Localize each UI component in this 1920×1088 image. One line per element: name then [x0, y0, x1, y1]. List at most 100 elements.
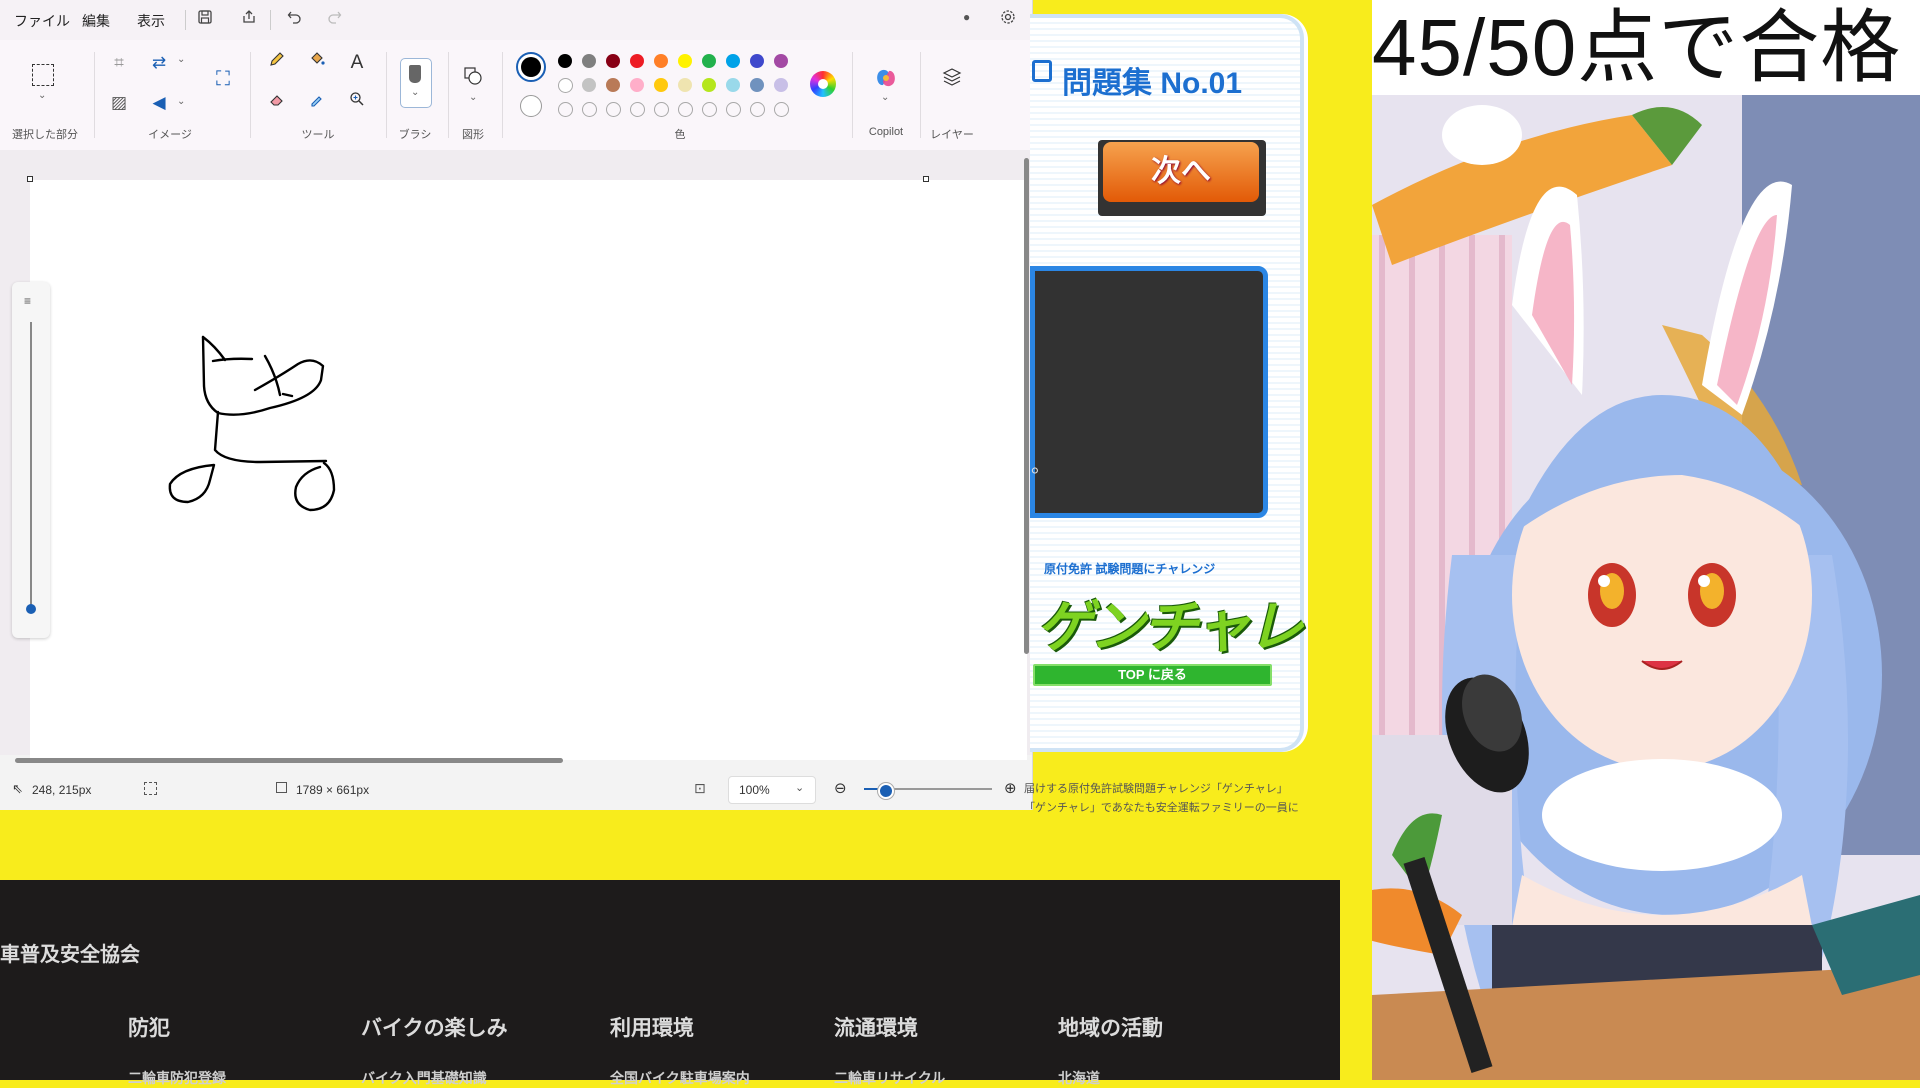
custom-color-slot[interactable] — [654, 102, 669, 117]
color-swatch[interactable] — [702, 54, 716, 68]
chevron-down-icon[interactable]: ⌄ — [881, 92, 889, 103]
footer-link[interactable]: 北海道 — [1058, 1068, 1100, 1088]
canvas-resize-handle[interactable] — [27, 176, 33, 182]
brush-button[interactable]: ⌄ — [400, 58, 432, 108]
custom-color-slot[interactable] — [630, 102, 645, 117]
color-swatch[interactable] — [726, 54, 740, 68]
footer-heading[interactable]: 流通環境 — [834, 1012, 918, 1042]
select-rectangle-icon[interactable] — [32, 64, 54, 86]
settings-gear-icon[interactable] — [997, 9, 1019, 31]
footer-link[interactable]: 二輪車防犯登録 — [128, 1068, 226, 1088]
color-swatch[interactable] — [654, 54, 668, 68]
rotate-icon[interactable]: ◀ — [146, 90, 172, 116]
footer-link[interactable]: 全国バイク駐車場案内 — [610, 1068, 750, 1088]
zoom-select[interactable]: 100% ⌄ — [728, 776, 816, 804]
color-swatch[interactable] — [678, 78, 692, 92]
custom-color-slot[interactable] — [678, 102, 693, 117]
color-swatch[interactable] — [774, 54, 788, 68]
footer-org-name[interactable]: 車普及安全協会 — [0, 938, 140, 967]
account-icon[interactable]: ● — [963, 10, 970, 24]
brush-size-track[interactable] — [30, 322, 32, 607]
eraser-icon[interactable] — [264, 90, 290, 116]
color-swatch[interactable] — [630, 78, 644, 92]
color-swatch[interactable] — [582, 78, 596, 92]
ribbon: ⌄ 選択した部分 ⌗ ⇄ ⌄ ⛶ ▨ ◀ ⌄ イメージ A ツール ⌄ ブラシ … — [0, 40, 1032, 151]
horizontal-scrollbar[interactable] — [15, 758, 563, 763]
chevron-down-icon[interactable]: ⌄ — [177, 54, 185, 65]
menu-file[interactable]: ファイル — [14, 11, 70, 31]
custom-color-slot[interactable] — [582, 102, 597, 117]
custom-color-slot[interactable] — [702, 102, 717, 117]
canvas-resize-handle[interactable] — [923, 176, 929, 182]
color-picker-icon[interactable] — [304, 90, 330, 116]
color-swatch[interactable] — [606, 78, 620, 92]
magnifier-icon[interactable] — [344, 90, 370, 116]
crop-icon[interactable]: ⌗ — [106, 50, 132, 76]
custom-color-slot[interactable] — [606, 102, 621, 117]
footer-link[interactable]: 二輪車リサイクル — [834, 1068, 945, 1088]
footer-link[interactable]: バイク入門基礎知識 — [361, 1068, 487, 1088]
genchare-logo[interactable]: ゲンチャレ — [1036, 582, 1303, 663]
menu-divider — [270, 10, 271, 30]
color-swatch[interactable] — [606, 54, 620, 68]
custom-color-slot[interactable] — [558, 102, 573, 117]
ribbon-divider — [448, 52, 449, 138]
remove-background-icon[interactable]: ▨ — [106, 90, 132, 116]
next-button[interactable]: 次へ — [1103, 142, 1259, 202]
brush-icon — [409, 65, 421, 83]
chevron-down-icon[interactable]: ⌄ — [177, 96, 185, 107]
custom-color-slot[interactable] — [750, 102, 765, 117]
streamer-avatar-illustration — [1372, 95, 1920, 1080]
footer-heading[interactable]: バイクの楽しみ — [361, 1012, 508, 1042]
color-swatch[interactable] — [678, 54, 692, 68]
zoom-out-icon[interactable]: ⊖ — [834, 779, 847, 797]
color-swatch[interactable] — [630, 54, 644, 68]
selection-size-icon — [144, 782, 157, 795]
redo-icon[interactable] — [323, 9, 345, 31]
menu-view[interactable]: 表示 — [137, 11, 165, 31]
save-icon[interactable] — [194, 9, 216, 31]
color-swatch[interactable] — [750, 78, 764, 92]
text-tool-icon[interactable]: A — [344, 50, 370, 76]
shapes-icon[interactable] — [460, 66, 486, 92]
drawing-canvas[interactable] — [30, 180, 1027, 760]
brush-size-thumb[interactable] — [26, 604, 36, 614]
color-swatch[interactable] — [558, 78, 573, 93]
custom-color-slot[interactable] — [726, 102, 741, 117]
color-swatch[interactable] — [654, 78, 668, 92]
chevron-down-icon[interactable]: ⌄ — [469, 92, 477, 103]
layers-icon[interactable] — [939, 66, 965, 92]
menu-edit[interactable]: 編集 — [82, 11, 110, 31]
chevron-down-icon[interactable]: ⌄ — [38, 90, 46, 101]
footer-heading[interactable]: 地域の活動 — [1058, 1012, 1163, 1042]
secondary-color-slot[interactable] — [520, 95, 542, 117]
pencil-icon[interactable] — [264, 50, 290, 76]
fill-bucket-icon[interactable] — [304, 50, 330, 76]
custom-color-slot[interactable] — [774, 102, 789, 117]
primary-color-swatch — [521, 57, 541, 77]
color-swatch[interactable] — [774, 78, 788, 92]
image-select-icon[interactable]: ⛶ — [210, 66, 236, 92]
undo-icon[interactable] — [284, 9, 306, 31]
zoom-in-icon[interactable]: ⊕ — [1004, 779, 1017, 797]
color-swatch[interactable] — [702, 78, 716, 92]
edit-colors-icon[interactable] — [810, 71, 836, 97]
group-label-brush: ブラシ — [398, 129, 432, 141]
footer-heading[interactable]: 利用環境 — [610, 1012, 694, 1042]
resize-icon[interactable]: ⇄ — [146, 50, 172, 76]
group-label-copilot: Copilot — [868, 126, 904, 138]
menu-divider — [185, 10, 186, 30]
zoom-slider-thumb[interactable] — [878, 783, 894, 799]
copilot-icon[interactable] — [874, 66, 898, 90]
vertical-scrollbar[interactable] — [1024, 158, 1029, 654]
zoom-value: 100% — [739, 783, 770, 797]
fit-to-window-icon[interactable]: ⊡ — [694, 780, 706, 797]
primary-color-slot[interactable] — [516, 52, 546, 82]
footer-heading[interactable]: 防犯 — [128, 1012, 170, 1042]
top-link-button[interactable]: TOP に戻る — [1033, 664, 1272, 686]
share-icon[interactable] — [238, 9, 260, 31]
color-swatch[interactable] — [582, 54, 596, 68]
color-swatch[interactable] — [726, 78, 740, 92]
color-swatch[interactable] — [558, 54, 572, 68]
color-swatch[interactable] — [750, 54, 764, 68]
